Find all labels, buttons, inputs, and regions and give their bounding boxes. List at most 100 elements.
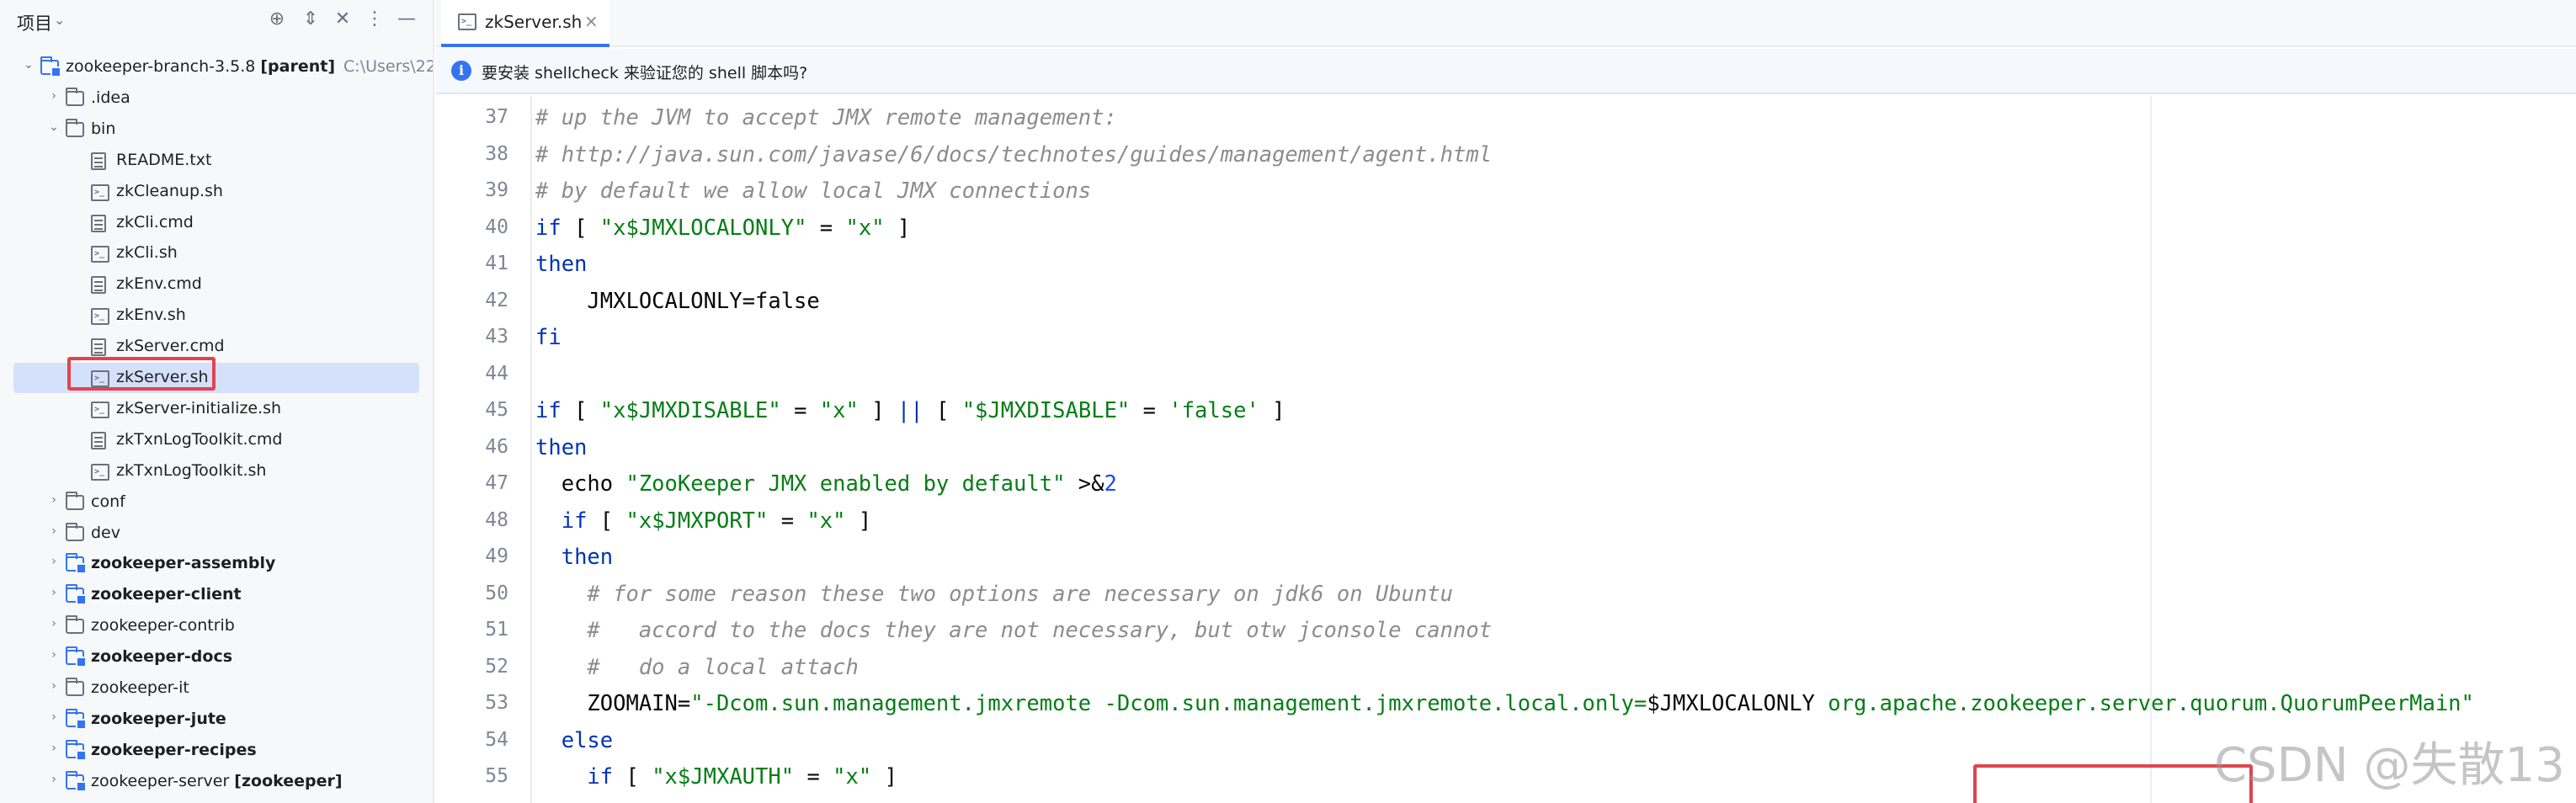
- tree-item-zookeeper-it[interactable]: › zookeeper-it: [13, 673, 419, 704]
- tree-item-dev[interactable]: › dev: [13, 518, 419, 549]
- chevron-right-icon[interactable]: ›: [47, 648, 61, 662]
- code-token: if: [535, 398, 562, 423]
- chevron-down-icon[interactable]: ⌄: [54, 12, 65, 28]
- line-number: 37: [485, 106, 508, 128]
- tree-item-label: zookeeper-contrib: [91, 616, 235, 635]
- tree-item-zkenv-sh[interactable]: >_ zkEnv.sh: [13, 300, 419, 331]
- code-token: [: [923, 398, 962, 423]
- chevron-down-icon[interactable]: ⌄: [22, 58, 35, 72]
- chevron-right-icon[interactable]: ›: [47, 586, 61, 599]
- expand-collapse-icon[interactable]: ⇕: [298, 8, 323, 29]
- text-file-icon: [91, 214, 106, 232]
- tree-item-zktxnlogtoolkit-cmd[interactable]: zkTxnLogToolkit.cmd: [13, 425, 419, 455]
- code-line: if [ "x$JMXDISABLE" = "x" ] || [ "$JMXDI…: [535, 392, 1285, 429]
- collapse-all-icon[interactable]: ✕: [330, 8, 355, 29]
- code-line: ZOOMAIN="-Dcom.sun.management.jmxremote …: [535, 685, 2474, 722]
- tree-item-label: zkTxnLogToolkit.cmd: [116, 429, 283, 449]
- locate-icon[interactable]: ⊕: [264, 8, 290, 29]
- chevron-right-icon[interactable]: ›: [47, 555, 61, 568]
- folder-icon: [66, 678, 84, 696]
- tree-item-path: C:\Users\222: [343, 57, 433, 76]
- line-number-gutter: 37 38 39 40 41 42 43 44 45 46 47 48 49 50 51 52 53 54 55: [436, 96, 508, 803]
- tree-item-label: .idea: [91, 88, 130, 107]
- line-number: 50: [485, 582, 508, 604]
- tree-item-zkcleanup-sh[interactable]: >_ zkCleanup.sh: [13, 177, 419, 207]
- chevron-right-icon[interactable]: ›: [47, 493, 61, 507]
- tree-item-zookeeper-recipes[interactable]: › zookeeper-recipes: [13, 736, 419, 766]
- module-folder-icon: [40, 56, 61, 77]
- tree-item-zookeeper-branch-3-5-8[interactable]: ⌄ zookeeper-branch-3.5.8 [parent] C:\Users\…: [13, 52, 433, 82]
- tree-item-readme-txt[interactable]: README.txt: [13, 146, 419, 176]
- chevron-right-icon[interactable]: ›: [47, 773, 61, 786]
- tree-item-zkenv-cmd[interactable]: zkEnv.cmd: [13, 269, 419, 300]
- code-token: [: [561, 398, 600, 423]
- tree-item-zkcli-sh[interactable]: >_ zkCli.sh: [13, 238, 419, 269]
- chevron-right-icon[interactable]: ›: [47, 617, 61, 630]
- code-line: if [ "x$JMXLOCALONLY" = "x" ]: [535, 210, 910, 247]
- code-token: ||: [897, 398, 923, 423]
- code-token: if: [587, 764, 614, 790]
- chevron-right-icon[interactable]: ›: [47, 524, 61, 538]
- module-folder-icon: [66, 646, 87, 668]
- line-number: 48: [485, 508, 508, 531]
- more-options-icon[interactable]: ⋮: [362, 8, 387, 29]
- code-token: "x": [845, 215, 885, 241]
- tree-item-label: zkEnv.sh: [116, 306, 186, 325]
- code-line: echo "ZooKeeper JMX enabled by default" …: [535, 465, 1117, 503]
- chevron-right-icon[interactable]: ›: [47, 89, 61, 103]
- folder-icon: [66, 491, 84, 510]
- chevron-down-icon[interactable]: ⌄: [47, 120, 61, 134]
- code-token: ZOOMAIN=: [535, 691, 691, 716]
- tab-zkserver-sh[interactable]: >_ zkServer.sh ×: [441, 0, 609, 47]
- tree-item-label: zkCli.cmd: [116, 212, 194, 231]
- module-folder-icon: [66, 770, 87, 792]
- close-icon[interactable]: ×: [584, 11, 599, 31]
- module-folder-icon: [66, 708, 87, 730]
- tree-item-conf[interactable]: › conf: [13, 487, 419, 518]
- code-line: JMXLOCALONLY=false: [535, 283, 819, 320]
- tree-item-zookeeper-assembly[interactable]: › zookeeper-assembly: [13, 549, 419, 579]
- code-line: # http://java.sun.com/javase/6/docs/tech…: [535, 136, 1492, 173]
- chevron-right-icon[interactable]: ›: [47, 710, 61, 724]
- code-line: if [ "x$JMXPORT" = "x" ]: [535, 503, 872, 540]
- code-token: 2: [1104, 471, 1117, 497]
- code-token: "$JMXDISABLE": [961, 398, 1131, 423]
- tree-item-zkserver-initialize-sh[interactable]: >_ zkServer-initialize.sh: [13, 394, 419, 424]
- chevron-right-icon[interactable]: ›: [47, 742, 61, 755]
- tree-item-zookeeper-docs[interactable]: › zookeeper-docs: [13, 642, 419, 673]
- code-token: org.apache.zookeeper.server.quorum.Quoru…: [1814, 691, 2474, 716]
- project-panel-title[interactable]: 项目: [17, 10, 52, 35]
- folder-icon: [66, 522, 84, 541]
- code-area[interactable]: # up the JVM to accept JMX remote manage…: [535, 96, 2573, 803]
- line-number: 53: [485, 692, 508, 714]
- text-file-icon: [91, 276, 106, 295]
- hide-panel-icon[interactable]: —: [394, 8, 419, 29]
- code-token: ]: [845, 508, 872, 534]
- tree-item-zookeeper-client[interactable]: › zookeeper-client: [13, 580, 419, 610]
- watermark: CSDN @失散13: [2214, 738, 2565, 793]
- tree-item-label: bin: [91, 119, 116, 138]
- tree-item-bin[interactable]: ⌄ bin: [13, 114, 419, 145]
- shell-file-icon: >_: [91, 401, 109, 418]
- code-token: then: [535, 434, 588, 460]
- tree-item-label: zookeeper-recipes: [91, 740, 257, 759]
- tree-item-zktxnlogtoolkit-sh[interactable]: >_ zkTxnLogToolkit.sh: [13, 456, 419, 487]
- tree-item-label: zookeeper-it: [91, 678, 189, 697]
- tree-item-zookeeper-server[interactable]: › zookeeper-server [zookeeper]: [13, 767, 419, 797]
- code-line: # accord to the docs they are not necess…: [535, 612, 1492, 649]
- chevron-right-icon[interactable]: ›: [47, 679, 61, 693]
- line-number: 41: [485, 253, 508, 274]
- code-token: [: [613, 764, 652, 790]
- tree-item-gitattributes[interactable]: .gitattributes: [13, 798, 419, 803]
- tree-item-label: zookeeper-docs: [91, 647, 233, 667]
- tree-item-idea[interactable]: › .idea: [13, 83, 419, 114]
- tree-item-zookeeper-contrib[interactable]: › zookeeper-contrib: [13, 611, 419, 641]
- code-token: ]: [858, 398, 897, 423]
- tree-item-zookeeper-jute[interactable]: › zookeeper-jute: [13, 705, 419, 735]
- tree-item-zkcli-cmd[interactable]: zkCli.cmd: [13, 208, 419, 238]
- line-number: 49: [485, 545, 508, 567]
